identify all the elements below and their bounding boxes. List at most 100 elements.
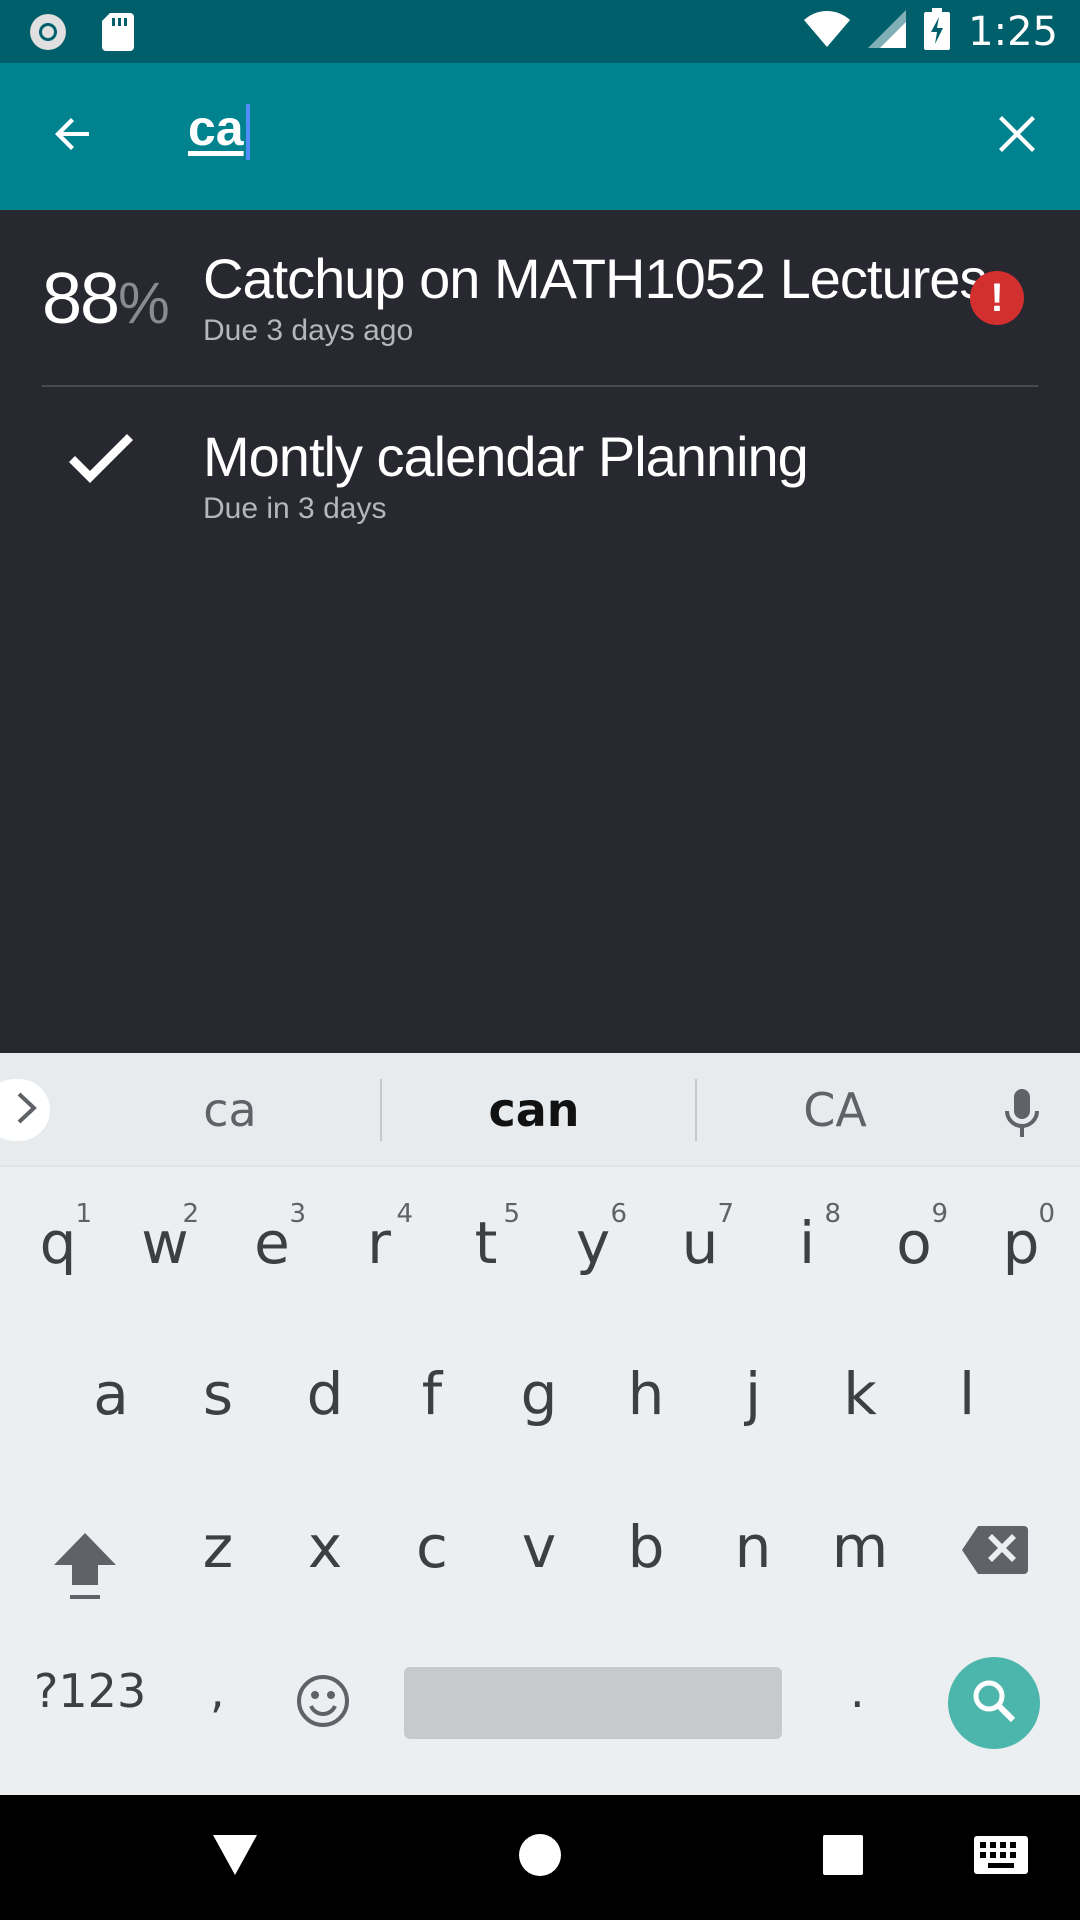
- search-toolbar: ca: [0, 63, 1080, 210]
- key-l[interactable]: l: [927, 1360, 1007, 1440]
- task-item[interactable]: 88% Catchup on MATH1052 Lectures Due 3 d…: [0, 210, 1080, 388]
- back-triangle-icon: [213, 1835, 257, 1880]
- recents-square-icon: [823, 1835, 863, 1880]
- search-input[interactable]: ca: [188, 99, 250, 160]
- backspace-key[interactable]: [962, 1526, 1028, 1579]
- completed-check-icon: [66, 432, 136, 493]
- search-key[interactable]: [948, 1657, 1040, 1749]
- key-label: l: [958, 1360, 976, 1428]
- task-progress-value: 88: [42, 259, 120, 339]
- suggestion-item[interactable]: CA: [700, 1053, 970, 1167]
- key-label: c: [416, 1513, 448, 1581]
- key-p[interactable]: p0: [981, 1199, 1061, 1289]
- key-label: h: [627, 1360, 665, 1428]
- status-left-icons: [28, 12, 134, 57]
- list-divider: [42, 385, 1038, 387]
- arrow-back-icon: [49, 110, 97, 163]
- key-hint: 7: [717, 1199, 734, 1229]
- key-f[interactable]: f: [392, 1360, 472, 1440]
- key-n[interactable]: n: [713, 1513, 793, 1593]
- close-icon: [995, 112, 1039, 161]
- suggestion-divider: [380, 1079, 382, 1141]
- mic-icon[interactable]: [1004, 1089, 1040, 1144]
- text-cursor: [245, 103, 250, 160]
- key-label: m: [831, 1513, 889, 1581]
- suggestion-item[interactable]: can: [384, 1053, 684, 1167]
- suggestion-expand-button[interactable]: [0, 1079, 50, 1141]
- task-due: Due in 3 days: [203, 492, 387, 525]
- key-hint: 2: [182, 1199, 199, 1229]
- nav-recents-button[interactable]: [808, 1795, 878, 1920]
- key-label: v: [521, 1513, 557, 1581]
- key-label: a: [93, 1360, 129, 1428]
- record-icon: [28, 12, 68, 57]
- search-query-text: ca: [188, 100, 244, 156]
- key-c[interactable]: c: [392, 1513, 472, 1593]
- task-progress-unit: %: [118, 271, 170, 336]
- key-y[interactable]: y6: [553, 1199, 633, 1289]
- key-e[interactable]: e3: [232, 1199, 312, 1289]
- key-hint: 6: [610, 1199, 627, 1229]
- key-hint: 8: [824, 1199, 841, 1229]
- key-label: s: [202, 1360, 234, 1428]
- key-g[interactable]: g: [499, 1360, 579, 1440]
- key-d[interactable]: d: [285, 1360, 365, 1440]
- key-q[interactable]: q1: [18, 1199, 98, 1289]
- overdue-alert-icon: !: [970, 271, 1024, 325]
- soft-keyboard: ca can CA q1 w2 e3 r4 t5 y6 u7 i8 o9 p0 a s d f g h j k l…: [0, 1053, 1080, 1795]
- space-key[interactable]: [404, 1667, 782, 1739]
- key-label: n: [734, 1513, 772, 1581]
- system-nav-bar: [0, 1795, 1080, 1920]
- keyboard-icon: [974, 1836, 1028, 1879]
- clear-search-button[interactable]: [984, 103, 1050, 169]
- suggestion-divider: [695, 1079, 697, 1141]
- key-z[interactable]: z: [178, 1513, 258, 1593]
- key-hint: 9: [931, 1199, 948, 1229]
- key-k[interactable]: k: [820, 1360, 900, 1440]
- key-v[interactable]: v: [499, 1513, 579, 1593]
- key-hint: 5: [503, 1199, 520, 1229]
- key-label: x: [307, 1513, 343, 1581]
- key-o[interactable]: o9: [874, 1199, 954, 1289]
- nav-keyboard-button[interactable]: [966, 1795, 1036, 1920]
- search-icon: [971, 1678, 1017, 1729]
- status-time: 1:25: [968, 8, 1058, 55]
- shift-key[interactable]: [50, 1529, 120, 1606]
- key-r[interactable]: r4: [339, 1199, 419, 1289]
- key-label: d: [306, 1360, 344, 1428]
- key-label: j: [744, 1360, 762, 1428]
- key-w[interactable]: w2: [125, 1199, 205, 1289]
- period-key[interactable]: .: [850, 1664, 865, 1718]
- wifi-icon: [804, 11, 851, 52]
- chevron-right-icon: [16, 1091, 38, 1130]
- back-button[interactable]: [40, 103, 106, 169]
- key-s[interactable]: s: [178, 1360, 258, 1440]
- task-title: Catchup on MATH1052 Lectures: [203, 247, 987, 310]
- symbols-key[interactable]: ?123: [34, 1664, 146, 1718]
- task-due: Due 3 days ago: [203, 314, 414, 347]
- key-hint: 3: [289, 1199, 306, 1229]
- key-m[interactable]: m: [820, 1513, 900, 1593]
- key-label: g: [520, 1360, 558, 1428]
- emoji-icon[interactable]: [295, 1673, 351, 1734]
- key-b[interactable]: b: [606, 1513, 686, 1593]
- key-h[interactable]: h: [606, 1360, 686, 1440]
- task-item[interactable]: Montly calendar Planning Due in 3 days: [0, 388, 1080, 566]
- nav-back-button[interactable]: [200, 1795, 270, 1920]
- task-title: Montly calendar Planning: [203, 425, 809, 488]
- cell-signal-icon: [868, 10, 907, 53]
- key-a[interactable]: a: [71, 1360, 151, 1440]
- task-progress: 88%: [42, 258, 170, 340]
- key-j[interactable]: j: [713, 1360, 793, 1440]
- home-circle-icon: [518, 1833, 562, 1882]
- key-label: k: [843, 1360, 877, 1428]
- key-i[interactable]: i8: [767, 1199, 847, 1289]
- key-x[interactable]: x: [285, 1513, 365, 1593]
- key-t[interactable]: t5: [446, 1199, 526, 1289]
- nav-home-button[interactable]: [505, 1795, 575, 1920]
- suggestion-item[interactable]: ca: [80, 1053, 380, 1167]
- status-bar: 1:25: [0, 0, 1080, 63]
- key-u[interactable]: u7: [660, 1199, 740, 1289]
- key-label: b: [627, 1513, 665, 1581]
- comma-key[interactable]: ,: [210, 1664, 225, 1718]
